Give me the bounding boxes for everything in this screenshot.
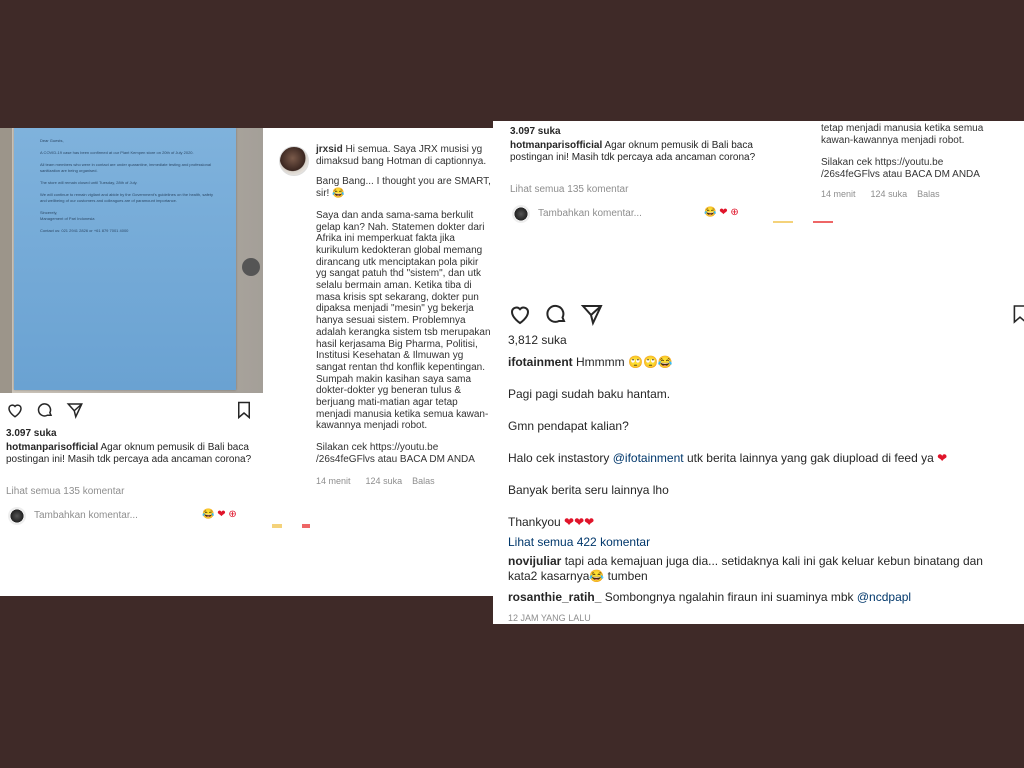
caption-text: Halo cek instastory <box>508 451 610 465</box>
comment-text: Saya dan anda sama-sama berkulit gelap k… <box>316 209 491 432</box>
comment-text: Sombongnya ngalahin firaun ini suaminya … <box>604 590 854 604</box>
like-count[interactable]: 3,812 suka <box>508 333 567 347</box>
share-icon[interactable] <box>580 302 604 326</box>
comment-meta: 14 menit 124 suka Balas <box>316 476 491 488</box>
post-caption: hotmanparisofficial Agar oknum pemusik d… <box>6 442 256 466</box>
comment-text: Silakan cek https://youtu.be /26s4feGFlv… <box>821 157 980 180</box>
heart-emoji: ❤ <box>937 451 948 465</box>
comment-username[interactable]: rosanthie_ratih_ <box>508 590 601 604</box>
caption-username[interactable]: ifotainment <box>508 355 573 369</box>
mention-link[interactable]: @ncdpapl <box>857 590 911 604</box>
comment-text: tetap menjadi manusia ketika semua kawan… <box>821 123 984 146</box>
comment-username[interactable]: novijuliar <box>508 554 561 568</box>
jrxsid-avatar[interactable] <box>279 146 309 176</box>
letter-line: Contact us: 021 2941 2826 or +61 879 700… <box>40 228 129 233</box>
emoji-strip <box>272 524 492 528</box>
letter-line: A COVID-19 case has been confirmed at ou… <box>40 150 194 155</box>
cropped-comment: tetap menjadi manusia ketika semua kawan… <box>821 123 1001 200</box>
reaction-shortcuts[interactable]: 😂 ❤ ⊕ <box>202 509 237 520</box>
share-icon[interactable] <box>66 401 84 419</box>
add-comment-input[interactable]: Tambahkan komentar... <box>538 208 642 219</box>
letter-line: The store will remain closed until Tuesd… <box>40 180 138 185</box>
comment-time: 14 menit <box>316 475 351 486</box>
letter-line: Management of Pari Indonesia <box>40 216 95 221</box>
caption-text: Hmmmm 🙄🙄😂 <box>576 355 673 369</box>
view-all-comments[interactable]: Lihat semua 135 komentar <box>6 486 124 497</box>
heart-icon[interactable] <box>508 302 532 326</box>
comment-icon[interactable] <box>544 302 568 326</box>
right-screenshot-panel: 3.097 suka hotmanparisofficial Agar oknu… <box>493 121 1024 624</box>
letter-text: Dear Guests, A COVID-19 case has been co… <box>40 138 220 234</box>
comment-text: Silakan cek https://youtu.be /26s4feGFlv… <box>316 442 475 465</box>
post-photo: Dear Guests, A COVID-19 case has been co… <box>0 128 263 393</box>
comment-item: novijuliar tapi ada kemajuan juga dia...… <box>508 554 1003 584</box>
comment-text: Bang Bang... I thought you are SMART, si… <box>316 176 491 200</box>
add-comment-input[interactable]: Tambahkan komentar... <box>34 510 138 521</box>
post-timestamp: 12 JAM YANG LALU <box>508 613 591 623</box>
caption-paragraph: Banyak berita seru lainnya lho <box>508 483 669 497</box>
reaction-emojis[interactable]: 😂 ❤ ⊕ <box>202 509 237 520</box>
jrxsid-comment: jrxsid Hi semua. Saya JRX musisi yg dima… <box>316 144 491 487</box>
letter-line: Dear Guests, <box>40 138 64 143</box>
bookmark-icon[interactable] <box>236 401 252 419</box>
post-caption: hotmanparisofficial Agar oknum pemusik d… <box>510 140 765 164</box>
caption-text: Thankyou <box>508 515 561 529</box>
view-all-comments[interactable]: Lihat semua 422 komentar <box>508 535 650 549</box>
comment-item: rosanthie_ratih_ Sombongnya ngalahin fir… <box>508 590 1003 605</box>
comment-like-count[interactable]: 124 suka <box>871 189 908 199</box>
comment-username[interactable]: jrxsid <box>316 144 343 155</box>
like-count[interactable]: 3.097 suka <box>6 428 57 439</box>
comment-meta: 14 menit 124 suka Balas <box>821 188 1001 200</box>
view-all-comments[interactable]: Lihat semua 135 komentar <box>510 184 628 195</box>
heart-icon[interactable] <box>6 401 24 419</box>
comment-icon[interactable] <box>36 401 54 419</box>
emoji-strip <box>493 221 1024 223</box>
reply-button[interactable]: Balas <box>412 476 435 486</box>
caption-username[interactable]: hotmanparisofficial <box>6 442 98 453</box>
caption-paragraph: Pagi pagi sudah baku hantam. <box>508 387 671 401</box>
commenter-avatar <box>8 507 26 525</box>
wall-knob <box>242 258 260 276</box>
letter-line: We will continue to remain vigilant and … <box>40 192 214 203</box>
post-caption: ifotainment Hmmmm 🙄🙄😂 Pagi pagi sudah ba… <box>508 355 1008 530</box>
comment-time: 14 menit <box>821 189 856 199</box>
caption-username[interactable]: hotmanparisofficial <box>510 140 602 151</box>
like-count[interactable]: 3.097 suka <box>510 126 561 137</box>
caption-paragraph: Halo cek instastory @ifotainment utk ber… <box>508 451 1008 466</box>
caption-paragraph: Gmn pendapat kalian? <box>508 419 629 433</box>
heart-emojis: ❤❤❤ <box>564 515 595 529</box>
comment-like-count[interactable]: 124 suka <box>366 476 403 486</box>
left-screenshot-panel: Dear Guests, A COVID-19 case has been co… <box>0 128 493 596</box>
reaction-emojis[interactable]: 😂 ❤ ⊕ <box>704 207 739 218</box>
blue-letter: Dear Guests, A COVID-19 case has been co… <box>14 128 236 390</box>
mention-link[interactable]: @ifotainment <box>613 451 684 465</box>
letter-line: All team members who were in contact are… <box>40 162 211 173</box>
comment-text: tapi ada kemajuan juga dia... setidaknya… <box>508 554 983 583</box>
reaction-shortcuts[interactable]: 😂 ❤ ⊕ <box>704 207 739 218</box>
reply-button[interactable]: Balas <box>917 189 940 199</box>
bookmark-icon[interactable] <box>1012 302 1024 326</box>
photo-pole <box>0 128 12 393</box>
caption-paragraph: Thankyou ❤❤❤ <box>508 515 1008 530</box>
caption-text: utk berita lainnya yang gak diupload di … <box>686 451 934 465</box>
